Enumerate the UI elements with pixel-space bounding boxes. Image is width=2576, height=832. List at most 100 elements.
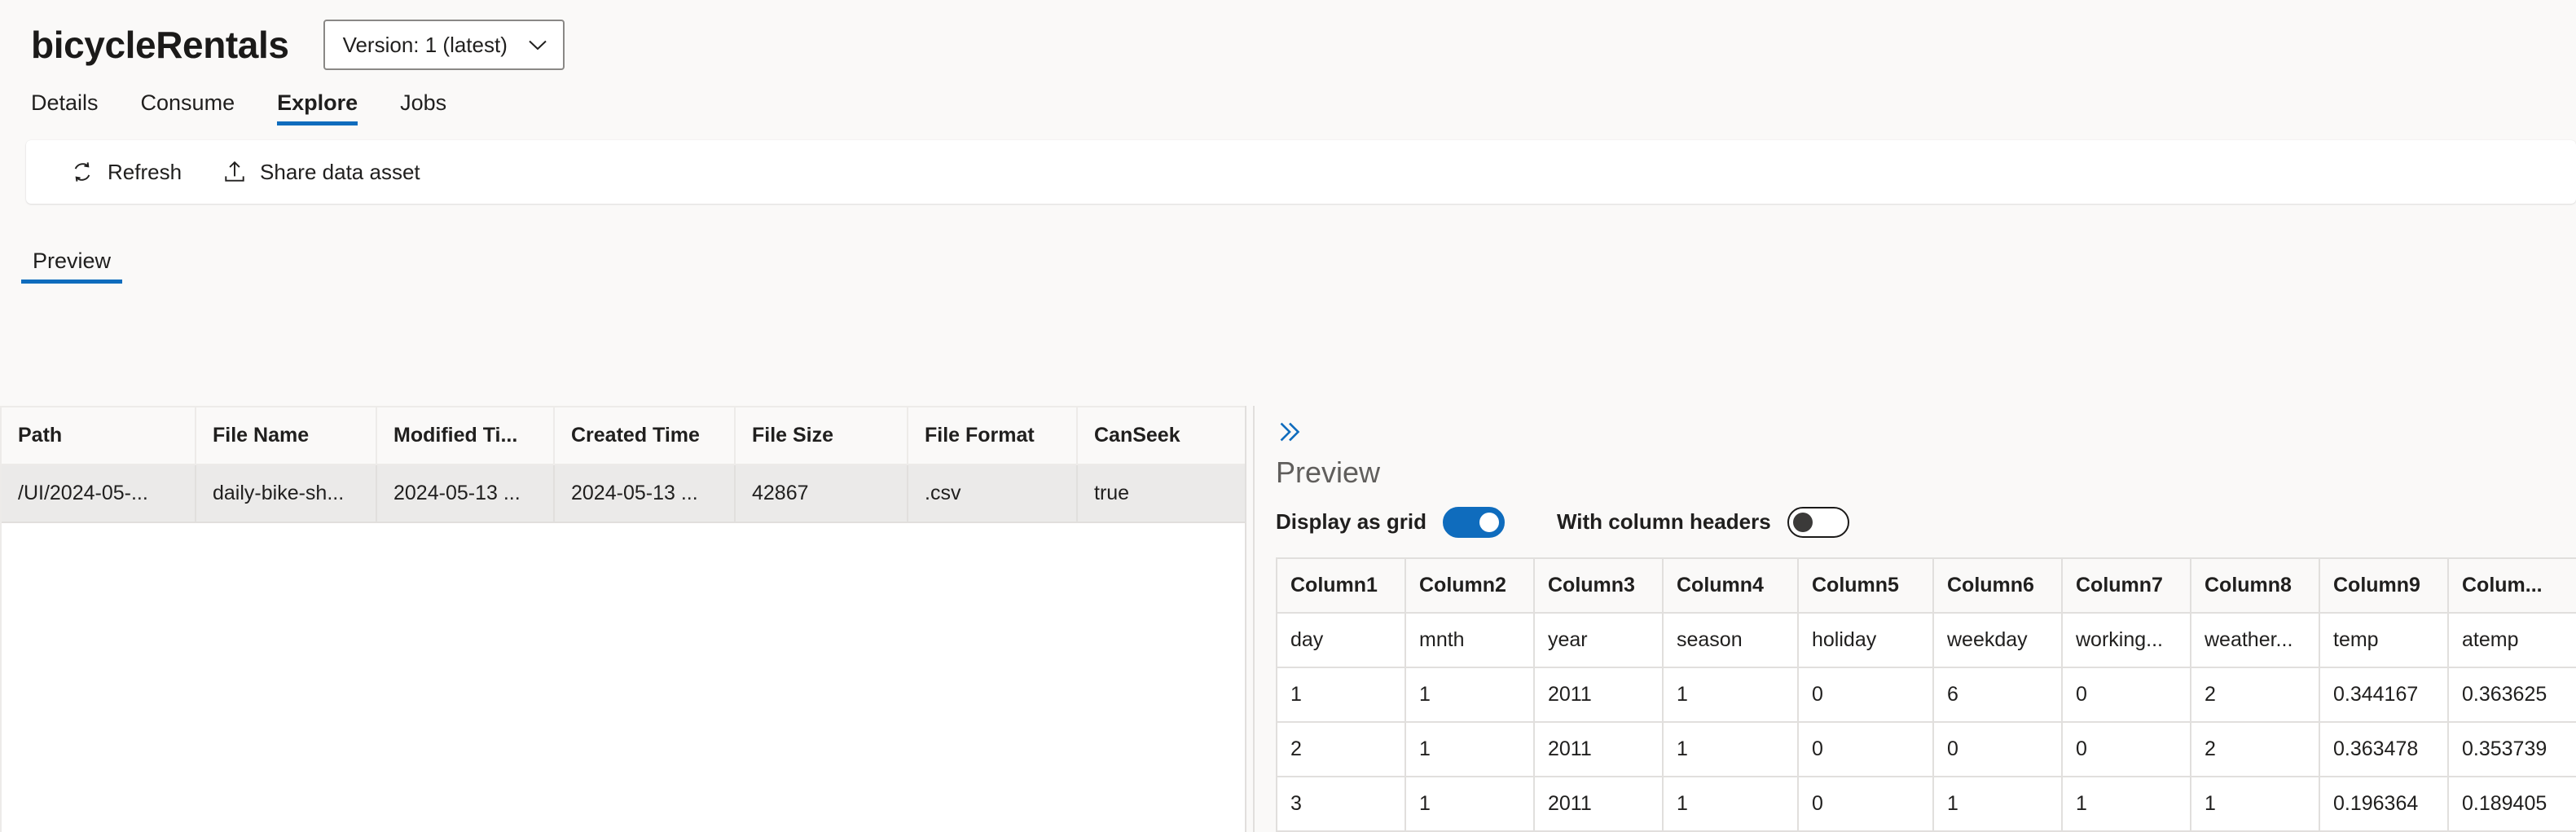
preview-panel-heading: Preview [1276, 456, 1381, 489]
with-column-headers-toggle-group: With column headers [1556, 506, 1849, 538]
file-table-header-row: Path File Name Modified Ti... Created Ti… [2, 407, 1245, 465]
chevron-down-icon [528, 40, 547, 51]
file-col-file-size[interactable]: File Size [735, 407, 908, 465]
split-body: Path File Name Modified Ti... Created Ti… [0, 406, 2576, 832]
grid-cell: 0.363478 [2319, 720, 2449, 777]
tab-explore[interactable]: Explore [256, 92, 379, 125]
grid-cell: holiday [1797, 611, 1934, 668]
grid-cell: weather... [2190, 611, 2320, 668]
file-table: Path File Name Modified Ti... Created Ti… [2, 407, 1245, 523]
grid-cell: 2011 [1533, 775, 1664, 832]
pane-splitter[interactable] [1245, 406, 1255, 832]
grid-cell: 3 [1276, 775, 1406, 832]
grid-cell: 1 [1932, 775, 2063, 832]
display-as-grid-label: Display as grid [1276, 509, 1426, 535]
expand-panel-button[interactable] [1276, 417, 1308, 450]
grid-cell: day [1276, 611, 1406, 668]
upload-icon [222, 160, 247, 184]
display-as-grid-toggle-group: Display as grid [1276, 506, 1505, 538]
grid-cell: 0 [2061, 720, 2191, 777]
file-cell-file-format: .csv [908, 464, 1078, 523]
with-column-headers-toggle[interactable] [1787, 506, 1849, 538]
grid-cell: 1 [1404, 775, 1535, 832]
grid-cell: 2011 [1533, 720, 1664, 777]
table-row[interactable]: /UI/2024-05-... daily-bike-sh... 2024-05… [2, 464, 1245, 523]
refresh-button-label: Refresh [108, 159, 182, 184]
file-cell-modified-time: 2024-05-13 ... [376, 464, 555, 523]
share-data-asset-label: Share data asset [260, 159, 420, 184]
double-chevron-right-icon [1276, 418, 1303, 450]
table-row[interactable]: 1 1 2011 1 0 6 0 2 0.344167 0.363625 [1276, 666, 2576, 723]
grid-cell: 1 [1404, 720, 1535, 777]
file-col-modified-time[interactable]: Modified Ti... [376, 407, 555, 465]
main-tabbar: Details Consume Explore Jobs [0, 70, 2576, 125]
grid-cell: 0 [1932, 720, 2063, 777]
command-bar: Refresh Share data asset [26, 140, 2576, 204]
grid-cell: 1 [2190, 775, 2320, 832]
grid-col-column9[interactable]: Column9 [2319, 557, 2449, 614]
table-row[interactable]: day mnth year season holiday weekday wor… [1276, 611, 2576, 668]
file-cell-file-name: daily-bike-sh... [196, 464, 377, 523]
grid-col-column5[interactable]: Column5 [1797, 557, 1934, 614]
file-cell-created-time: 2024-05-13 ... [554, 464, 736, 523]
grid-cell: 0.363625 [2447, 666, 2576, 723]
grid-cell: 0.353739 [2447, 720, 2576, 777]
file-col-file-format[interactable]: File Format [908, 407, 1078, 465]
grid-cell: season [1662, 611, 1799, 668]
file-cell-canseek: true [1077, 464, 1245, 523]
refresh-icon [70, 160, 95, 184]
preview-grid-head: Column1 Column2 Column3 Column4 Column5 … [1276, 557, 2576, 614]
grid-col-column3[interactable]: Column3 [1533, 557, 1664, 614]
tab-consume[interactable]: Consume [120, 92, 257, 125]
version-dropdown-label: Version: 1 (latest) [342, 32, 508, 57]
grid-cell: atemp [2447, 611, 2576, 668]
grid-cell: mnth [1404, 611, 1535, 668]
toggle-knob [1479, 512, 1499, 532]
display-as-grid-toggle[interactable] [1442, 506, 1505, 538]
table-row[interactable]: 2 1 2011 1 0 0 0 2 0.363478 0.353739 [1276, 720, 2576, 777]
page-header: bicycleRentals Version: 1 (latest) [0, 0, 2576, 70]
grid-cell: 0 [1797, 720, 1934, 777]
file-cell-file-size: 42867 [735, 464, 908, 523]
grid-col-column8[interactable]: Column8 [2190, 557, 2320, 614]
preview-grid-header-row: Column1 Column2 Column3 Column4 Column5 … [1276, 557, 2576, 614]
file-col-path[interactable]: Path [2, 407, 196, 465]
grid-cell: 0.189405 [2447, 775, 2576, 832]
grid-cell: 2 [1276, 720, 1406, 777]
grid-cell: 2 [2190, 720, 2320, 777]
grid-cell: 1 [2061, 775, 2191, 832]
with-column-headers-label: With column headers [1556, 509, 1771, 535]
file-col-file-name[interactable]: File Name [196, 407, 377, 465]
data-asset-explore-page: bicycleRentals Version: 1 (latest) Detai… [0, 0, 2576, 832]
grid-cell: working... [2061, 611, 2191, 668]
share-data-asset-button[interactable]: Share data asset [206, 148, 437, 196]
grid-col-column2[interactable]: Column2 [1404, 557, 1535, 614]
grid-cell: year [1533, 611, 1664, 668]
toggle-knob [1792, 512, 1813, 532]
grid-col-column6[interactable]: Column6 [1932, 557, 2063, 614]
sub-tabbar: Preview [0, 214, 2576, 284]
grid-col-column1[interactable]: Column1 [1276, 557, 1406, 614]
version-dropdown[interactable]: Version: 1 (latest) [323, 20, 565, 70]
preview-pane: Preview Display as grid With column head… [1255, 406, 2576, 832]
subtab-preview[interactable]: Preview [20, 250, 123, 284]
file-table-body: /UI/2024-05-... daily-bike-sh... 2024-05… [2, 464, 1245, 523]
grid-cell: 1 [1662, 775, 1799, 832]
grid-col-column7[interactable]: Column7 [2061, 557, 2191, 614]
table-row[interactable]: 3 1 2011 1 0 1 1 1 0.196364 0.189405 [1276, 775, 2576, 832]
grid-cell: 1 [1404, 666, 1535, 723]
grid-cell: 2 [2190, 666, 2320, 723]
grid-col-column10[interactable]: Colum... [2447, 557, 2576, 614]
file-col-created-time[interactable]: Created Time [554, 407, 736, 465]
file-cell-path: /UI/2024-05-... [2, 464, 196, 523]
file-col-canseek[interactable]: CanSeek [1077, 407, 1245, 465]
preview-grid-wrapper[interactable]: Column1 Column2 Column3 Column4 Column5 … [1276, 557, 2576, 832]
preview-grid-body: day mnth year season holiday weekday wor… [1276, 611, 2576, 832]
grid-col-column4[interactable]: Column4 [1662, 557, 1799, 614]
refresh-button[interactable]: Refresh [54, 148, 198, 196]
tab-jobs[interactable]: Jobs [379, 92, 468, 125]
file-list-pane: Path File Name Modified Ti... Created Ti… [0, 406, 1245, 832]
tab-details[interactable]: Details [31, 92, 120, 125]
grid-cell: 0.196364 [2319, 775, 2449, 832]
file-table-head: Path File Name Modified Ti... Created Ti… [2, 407, 1245, 465]
